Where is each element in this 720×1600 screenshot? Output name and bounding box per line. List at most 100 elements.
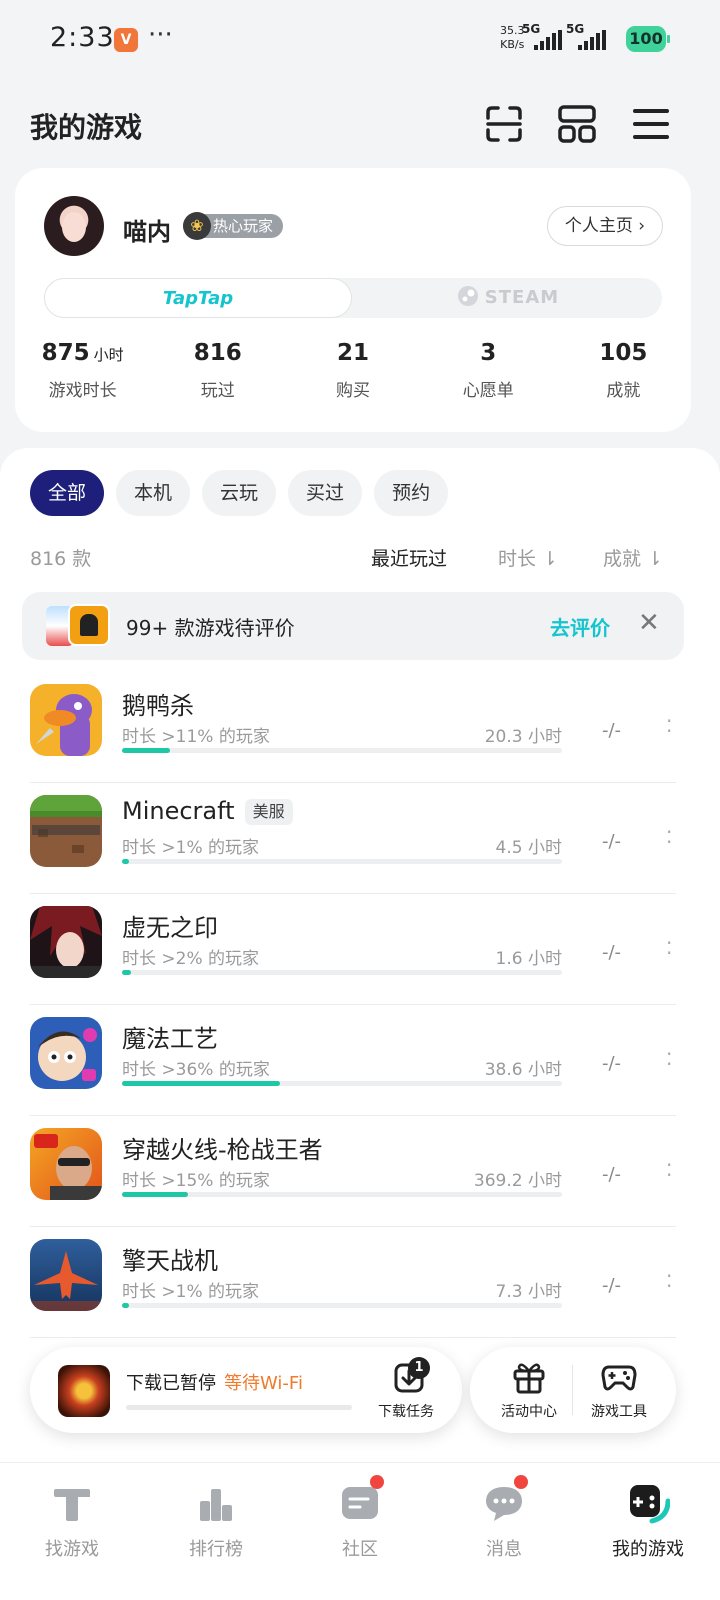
- game-count: 816 款: [30, 548, 92, 570]
- game-row[interactable]: 鹅鸭杀 时长 >11% 的玩家 20.3 小时 -/- · ·: [30, 672, 676, 783]
- sort-achievement[interactable]: 成就 ⇂: [603, 544, 663, 571]
- more-icon[interactable]: · ·: [666, 1044, 672, 1074]
- tab-taptap[interactable]: TapTap: [44, 278, 352, 318]
- game-title: 魔法工艺: [122, 1025, 218, 1053]
- player-badge[interactable]: ❀ 热心玩家: [183, 212, 284, 240]
- game-progress: [122, 1303, 562, 1308]
- nav-community[interactable]: 社区: [288, 1463, 432, 1600]
- network-speed-value: 35.3: [500, 24, 525, 37]
- notification-dot: [370, 1475, 384, 1489]
- rate-link[interactable]: 去评价: [550, 612, 610, 641]
- rate-banner[interactable]: 99+ 款游戏待评价 去评价 ✕: [22, 592, 684, 660]
- game-title: 虚无之印: [122, 914, 218, 942]
- download-game-icon: [58, 1365, 110, 1417]
- more-icon[interactable]: · ·: [666, 1266, 672, 1296]
- stat-unit: 小时: [93, 346, 124, 364]
- divider: [572, 1365, 573, 1415]
- player-badge-label: 热心玩家: [213, 217, 274, 235]
- game-progress: [122, 859, 562, 864]
- game-row[interactable]: 魔法工艺 时长 >36% 的玩家 38.6 小时 -/- · ·: [30, 1005, 676, 1116]
- game-hours: 369.2 小时: [473, 1171, 562, 1191]
- download-tasks-button[interactable]: 1 下载任务: [370, 1357, 442, 1421]
- rate-banner-text: 99+ 款游戏待评价: [126, 616, 295, 640]
- chip-cloud[interactable]: 云玩: [202, 470, 277, 516]
- game-hours: 7.3 小时: [495, 1282, 562, 1302]
- download-count-badge: 1: [408, 1357, 430, 1379]
- game-progress-fill: [122, 970, 131, 975]
- stat-played[interactable]: 816 玩过: [150, 340, 285, 401]
- crossfire-icon: [30, 1128, 102, 1200]
- scan-icon[interactable]: [484, 104, 524, 144]
- game-progress: [122, 1081, 562, 1086]
- stat-value: 21: [337, 340, 370, 366]
- nav-label: 社区: [342, 1539, 378, 1560]
- username[interactable]: 喵内: [123, 212, 171, 247]
- download-progress: [126, 1405, 352, 1410]
- nav-label: 排行榜: [189, 1539, 243, 1560]
- game-name: 穿越火线-枪战王者: [122, 1130, 323, 1165]
- more-icon[interactable]: · ·: [666, 1155, 672, 1185]
- region-tag: 美服: [244, 799, 293, 825]
- game-progress: [122, 970, 562, 975]
- network-speed-unit: KB/s: [500, 38, 525, 51]
- chip-bought[interactable]: 买过: [288, 470, 363, 516]
- fighter-jet-icon: [30, 1239, 102, 1311]
- download-status-text: 下载已暂停: [126, 1373, 216, 1394]
- download-bar[interactable]: 下载已暂停 等待Wi-Fi 1 下载任务: [30, 1347, 462, 1433]
- chip-reserved[interactable]: 预约: [374, 470, 449, 516]
- game-progress-fill: [122, 748, 171, 753]
- chip-all[interactable]: 全部: [30, 470, 105, 516]
- stat-label: 玩过: [200, 381, 235, 401]
- chip-local[interactable]: 本机: [116, 470, 191, 516]
- magic-craft-icon: [30, 1017, 102, 1089]
- game-hours: 20.3 小时: [484, 727, 562, 747]
- grid-icon[interactable]: [557, 104, 597, 144]
- profile-home-button[interactable]: 个人主页 ›: [547, 206, 663, 246]
- nav-messages[interactable]: 消息: [432, 1463, 576, 1600]
- stat-value: 875: [41, 340, 90, 366]
- sort-playtime[interactable]: 时长 ⇂: [498, 544, 558, 571]
- stat-value: 3: [480, 340, 497, 366]
- stat-purchased[interactable]: 21 购买: [285, 340, 420, 401]
- game-percentile: 时长 >11% 的玩家: [122, 727, 270, 747]
- stat-wishlist[interactable]: 3 心愿单: [421, 340, 556, 401]
- stat-achievements[interactable]: 105 成就: [556, 340, 691, 401]
- game-percentile: 时长 >1% 的玩家: [122, 1282, 260, 1302]
- game-progress-fill: [122, 859, 129, 864]
- game-progress-fill: [122, 1192, 188, 1197]
- game-progress-fill: [122, 1303, 129, 1308]
- sort-recent[interactable]: 最近玩过: [371, 544, 447, 571]
- game-row[interactable]: Minecraft 美服 时长 >1% 的玩家 4.5 小时 -/- · ·: [30, 783, 676, 894]
- download-status: 下载已暂停 等待Wi-Fi: [126, 1369, 303, 1395]
- game-score: -/-: [602, 1053, 622, 1074]
- tools-bar: 活动中心 游戏工具: [470, 1347, 676, 1433]
- stat-label: 心愿单: [462, 381, 514, 401]
- game-row[interactable]: 擎天战机 时长 >1% 的玩家 7.3 小时 -/- · ·: [30, 1227, 676, 1338]
- activity-center-label: 活动中心: [501, 1404, 557, 1420]
- game-row[interactable]: 虚无之印 时长 >2% 的玩家 1.6 小时 -/- · ·: [30, 894, 676, 1005]
- nav-label: 我的游戏: [612, 1539, 684, 1560]
- nav-ranking[interactable]: 排行榜: [144, 1463, 288, 1600]
- nav-my-games[interactable]: 我的游戏: [576, 1463, 720, 1600]
- platform-switch: TapTap STEAM: [44, 278, 662, 318]
- network-speed: 35.3 KB/s: [500, 24, 525, 52]
- status-more-icon: ···: [148, 20, 173, 50]
- game-score: -/-: [602, 720, 622, 741]
- game-row[interactable]: 穿越火线-枪战王者 时长 >15% 的玩家 369.2 小时 -/- · ·: [30, 1116, 676, 1227]
- more-icon[interactable]: · ·: [666, 822, 672, 852]
- activity-center-button[interactable]: 活动中心: [484, 1359, 574, 1421]
- stat-playtime[interactable]: 875 小时 游戏时长: [15, 340, 150, 401]
- nav-find-game[interactable]: 找游戏: [0, 1463, 144, 1600]
- close-icon[interactable]: ✕: [638, 608, 660, 638]
- tab-steam[interactable]: STEAM: [354, 278, 662, 318]
- more-icon[interactable]: · ·: [666, 933, 672, 963]
- menu-icon[interactable]: [631, 104, 671, 144]
- game-hours: 1.6 小时: [495, 949, 562, 969]
- stat-label: 成就: [606, 381, 641, 401]
- game-tools-button[interactable]: 游戏工具: [574, 1359, 664, 1421]
- notification-dot: [514, 1475, 528, 1489]
- game-thumb-icon: [68, 604, 110, 646]
- avatar[interactable]: [44, 196, 104, 256]
- more-icon[interactable]: · ·: [666, 711, 672, 741]
- my-games-icon: [630, 1485, 670, 1524]
